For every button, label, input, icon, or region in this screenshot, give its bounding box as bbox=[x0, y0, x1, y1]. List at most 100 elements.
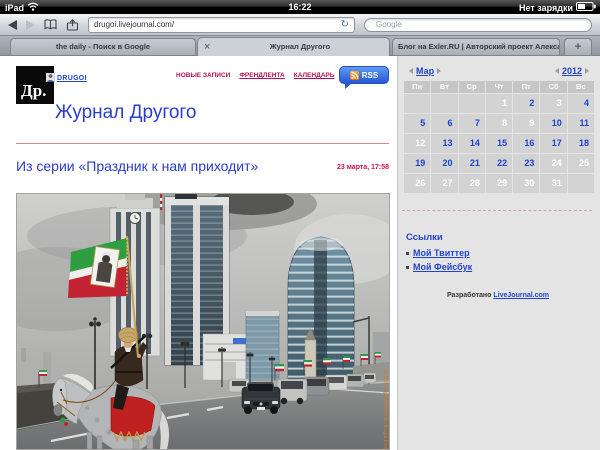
calendar-day: 9 bbox=[513, 114, 539, 133]
calendar-grid: 1 2 3 4 5 6 7 8 9 10 11 12 13 14 15 16 1 bbox=[404, 94, 594, 193]
page-title: Журнал Другого bbox=[55, 102, 197, 124]
day-name: Вт bbox=[431, 81, 457, 93]
calendar-day[interactable]: 23 bbox=[513, 154, 539, 173]
post-title[interactable]: Из серии «Праздник к нам приходит» bbox=[16, 158, 258, 174]
list-item: Мой Твиттер bbox=[406, 248, 472, 258]
web-page: Др. DRUGOI НОВЫЕ ЗАПИСИ ФРЕНДЛЕНТА КАЛЕН… bbox=[0, 56, 600, 450]
share-button[interactable] bbox=[66, 19, 79, 31]
address-bar[interactable]: ↻ bbox=[88, 17, 355, 33]
calendar-day[interactable]: 2 bbox=[513, 94, 539, 113]
search-input[interactable] bbox=[374, 19, 582, 30]
forward-button[interactable] bbox=[26, 20, 35, 30]
calendar-day[interactable]: 17 bbox=[540, 134, 566, 153]
calendar-day[interactable]: 11 bbox=[568, 114, 594, 133]
bullet-icon bbox=[406, 252, 409, 255]
nav-link-friends[interactable]: ФРЕНДЛЕНТА bbox=[239, 72, 284, 79]
rss-label: RSS bbox=[362, 71, 378, 80]
credit-line: Разработано LiveJournal.com bbox=[398, 292, 598, 299]
calendar-day: 26 bbox=[404, 174, 430, 193]
calendar-day[interactable]: 5 bbox=[404, 114, 430, 133]
tab-title: Журнал Другого bbox=[270, 42, 330, 51]
bookmarks-button[interactable] bbox=[44, 19, 57, 30]
calendar-day-names: Пн Вт Ср Чт Пт Сб Вс bbox=[404, 81, 594, 93]
calendar-day[interactable]: 18 bbox=[568, 134, 594, 153]
link-my-twitter[interactable]: Мой Твиттер bbox=[413, 248, 470, 258]
calendar-day: 8 bbox=[486, 114, 512, 133]
calendar-day bbox=[404, 94, 430, 113]
calendar-day[interactable]: 22 bbox=[486, 154, 512, 173]
tab-exler-blog[interactable]: Блог на Exler.RU | Авторский проект Алек… bbox=[392, 38, 560, 55]
back-button[interactable] bbox=[8, 20, 17, 30]
post-date: 23 марта, 17:58 bbox=[289, 164, 389, 171]
calendar-day: 30 bbox=[513, 174, 539, 193]
day-name: Пн bbox=[404, 81, 430, 93]
calendar-day: 31 bbox=[540, 174, 566, 193]
month-next-arrow[interactable] bbox=[437, 68, 444, 74]
tab-zhurnal-drugogo[interactable]: × Журнал Другого bbox=[197, 37, 390, 56]
credit-livejournal-link[interactable]: LiveJournal.com bbox=[493, 292, 549, 299]
calendar-header: Мар 2012 bbox=[404, 66, 594, 79]
calendar-day[interactable]: 7 bbox=[459, 114, 485, 133]
calendar-day bbox=[459, 94, 485, 113]
day-name: Пт bbox=[513, 81, 539, 93]
rss-icon bbox=[350, 71, 359, 80]
sidebar-divider bbox=[402, 210, 592, 211]
calendar-day[interactable]: 21 bbox=[459, 154, 485, 173]
calendar-day[interactable]: 16 bbox=[513, 134, 539, 153]
sidebar: Мар 2012 Пн Вт Ср Чт Пт Сб В bbox=[397, 56, 600, 450]
calendar-day[interactable]: 13 bbox=[431, 134, 457, 153]
calendar-day[interactable]: 20 bbox=[431, 154, 457, 173]
calendar-day: 1 bbox=[486, 94, 512, 113]
nav-link-calendar[interactable]: КАЛЕНДАРЬ bbox=[294, 72, 335, 79]
new-tab-button[interactable]: + bbox=[564, 38, 592, 55]
clock-label: 16:22 bbox=[0, 2, 600, 12]
day-name: Сб bbox=[540, 81, 566, 93]
calendar-day[interactable]: 4 bbox=[568, 94, 594, 113]
tab-google-search[interactable]: the daily - Поиск в Google bbox=[10, 38, 196, 55]
battery-icon bbox=[576, 2, 596, 13]
calendar-day bbox=[568, 174, 594, 193]
url-input[interactable] bbox=[94, 20, 341, 29]
month-prev-arrow[interactable] bbox=[406, 68, 413, 74]
calendar-day: 29 bbox=[486, 174, 512, 193]
username-link[interactable]: DRUGOI bbox=[57, 75, 87, 82]
header-divider bbox=[16, 143, 389, 144]
year-next-arrow[interactable] bbox=[585, 68, 592, 74]
day-name: Ср bbox=[459, 81, 485, 93]
calendar-day[interactable]: 6 bbox=[431, 114, 457, 133]
tab-bar: the daily - Поиск в Google × Журнал Друг… bbox=[0, 36, 600, 56]
calendar-year-label[interactable]: 2012 bbox=[562, 66, 582, 76]
battery-status-label: Нет зарядки bbox=[519, 3, 573, 13]
list-item: Мой Фейсбук bbox=[406, 262, 472, 272]
calendar-day[interactable]: 15 bbox=[486, 134, 512, 153]
calendar-day: 27 bbox=[431, 174, 457, 193]
user-avatar-icon bbox=[46, 69, 55, 87]
ipad-safari-screen: iPad 16:22 Нет зарядки ↻ the daily - Пои… bbox=[0, 0, 600, 450]
calendar-day[interactable]: 14 bbox=[459, 134, 485, 153]
calendar-day: 3 bbox=[540, 94, 566, 113]
calendar-month-label[interactable]: Мар bbox=[416, 66, 434, 76]
calendar-day bbox=[431, 94, 457, 113]
credit-prefix: Разработано bbox=[447, 292, 491, 299]
calendar-day: 25 bbox=[568, 154, 594, 173]
search-bar[interactable] bbox=[364, 18, 592, 32]
link-my-facebook[interactable]: Мой Фейсбук bbox=[413, 262, 472, 272]
nav-link-new-entries[interactable]: НОВЫЕ ЗАПИСИ bbox=[176, 72, 230, 79]
rss-button[interactable]: RSS bbox=[339, 66, 389, 84]
user-row: DRUGOI bbox=[46, 69, 87, 87]
year-prev-arrow[interactable] bbox=[552, 68, 559, 74]
bullet-icon bbox=[406, 266, 409, 269]
calendar-day: 24 bbox=[540, 154, 566, 173]
calendar-day: 28 bbox=[459, 174, 485, 193]
links-list: Мой Твиттер Мой Фейсбук bbox=[406, 248, 472, 276]
calendar: Мар 2012 Пн Вт Ср Чт Пт Сб В bbox=[404, 66, 594, 193]
close-tab-icon[interactable]: × bbox=[204, 38, 210, 56]
status-bar: iPad 16:22 Нет зарядки bbox=[0, 0, 600, 14]
links-heading: Ссылки bbox=[406, 232, 443, 243]
reload-button[interactable]: ↻ bbox=[341, 20, 349, 30]
post-photo: © 2012 | published in drugoi.livejournal… bbox=[16, 193, 390, 450]
calendar-day[interactable]: 10 bbox=[540, 114, 566, 133]
day-name: Вс bbox=[568, 81, 594, 93]
calendar-day[interactable]: 19 bbox=[404, 154, 430, 173]
calendar-day: 12 bbox=[404, 134, 430, 153]
